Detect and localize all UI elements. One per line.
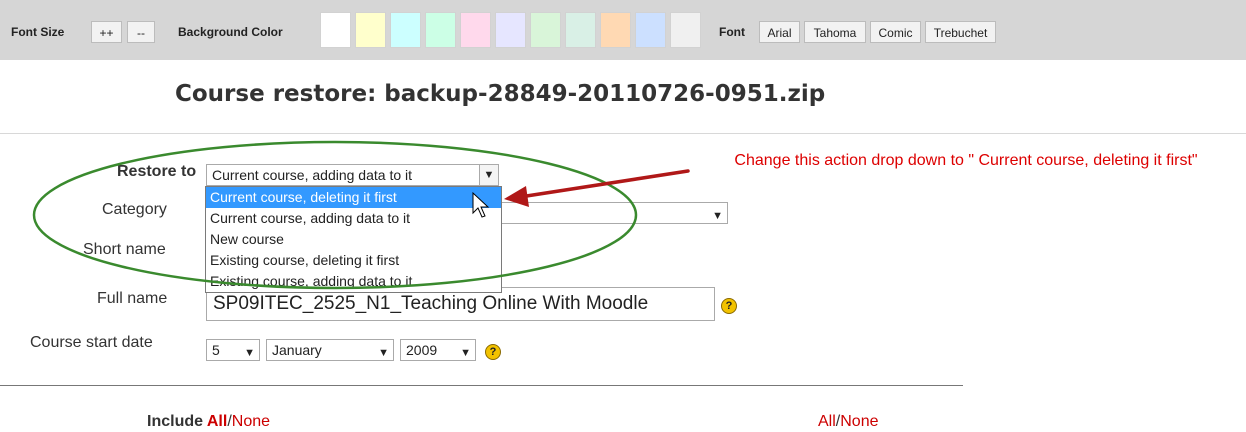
chevron-down-icon: ▼: [712, 210, 723, 222]
select-all-link[interactable]: All: [207, 413, 227, 430]
page-title: Course restore: backup-28849-20110726-09…: [175, 81, 826, 107]
bg-swatch-blue[interactable]: [635, 12, 666, 48]
dropdown-option[interactable]: Current course, deleting it first: [206, 187, 501, 208]
restore-to-select[interactable]: Current course, adding data to it ▼: [206, 164, 499, 186]
include-row-right: All/None: [818, 413, 878, 431]
annotation-text: Change this action drop down to " Curren…: [734, 152, 1198, 169]
include-label: Include: [147, 413, 204, 430]
accessibility-toolbar: Font Size ++ -- Background Color Font Ar…: [0, 0, 1246, 60]
include-row: Include All/None: [147, 413, 270, 431]
dropdown-option[interactable]: Existing course, adding data to it: [206, 271, 501, 292]
bg-swatch-grey[interactable]: [670, 12, 701, 48]
full-name-label: Full name: [97, 290, 168, 307]
bg-swatch-white[interactable]: [320, 12, 351, 48]
restore-to-value: Current course, adding data to it: [212, 167, 413, 183]
bg-swatch-mint[interactable]: [425, 12, 456, 48]
restore-to-dropdown: Current course, deleting it first Curren…: [205, 186, 502, 293]
start-month-value: January: [272, 342, 322, 358]
dropdown-option[interactable]: New course: [206, 229, 501, 250]
font-label: Font: [719, 25, 745, 39]
chevron-down-icon: ▼: [460, 347, 471, 359]
help-icon[interactable]: ?: [721, 298, 737, 314]
decrease-font-button[interactable]: --: [127, 21, 155, 43]
font-comic-button[interactable]: Comic: [870, 21, 921, 43]
select-none-link[interactable]: None: [232, 413, 270, 430]
chevron-down-icon: ▼: [479, 165, 498, 185]
font-size-label: Font Size: [11, 25, 65, 39]
chevron-down-icon: ▼: [244, 347, 255, 359]
font-trebuchet-button[interactable]: Trebuchet: [925, 21, 996, 43]
course-start-date-label: Course start date: [30, 334, 153, 351]
background-color-label: Background Color: [178, 25, 283, 39]
bg-swatch-peach[interactable]: [600, 12, 631, 48]
bg-swatch-green[interactable]: [530, 12, 561, 48]
bg-swatch-yellow[interactable]: [355, 12, 386, 48]
select-all-link[interactable]: All: [818, 413, 836, 430]
increase-font-button[interactable]: ++: [91, 21, 122, 43]
divider: [0, 133, 1246, 134]
bg-swatch-lavender[interactable]: [495, 12, 526, 48]
bg-swatch-pink[interactable]: [460, 12, 491, 48]
font-arial-button[interactable]: Arial: [759, 21, 800, 43]
start-year-value: 2009: [406, 342, 438, 358]
select-none-link[interactable]: None: [840, 413, 878, 430]
divider: [0, 385, 963, 386]
bg-swatch-seafoam[interactable]: [565, 12, 596, 48]
bg-swatch-cyan[interactable]: [390, 12, 421, 48]
help-icon[interactable]: ?: [485, 344, 501, 360]
start-day-value: 5: [212, 342, 220, 358]
chevron-down-icon: ▼: [378, 347, 389, 359]
category-label: Category: [102, 201, 167, 218]
short-name-label: Short name: [83, 241, 166, 258]
dropdown-option[interactable]: Existing course, deleting it first: [206, 250, 501, 271]
restore-to-label: Restore to: [117, 163, 197, 180]
start-month-select[interactable]: January ▼: [266, 339, 394, 361]
start-day-select[interactable]: 5 ▼: [206, 339, 260, 361]
dropdown-option[interactable]: Current course, adding data to it: [206, 208, 501, 229]
start-year-select[interactable]: 2009 ▼: [400, 339, 476, 361]
font-tahoma-button[interactable]: Tahoma: [804, 21, 866, 43]
